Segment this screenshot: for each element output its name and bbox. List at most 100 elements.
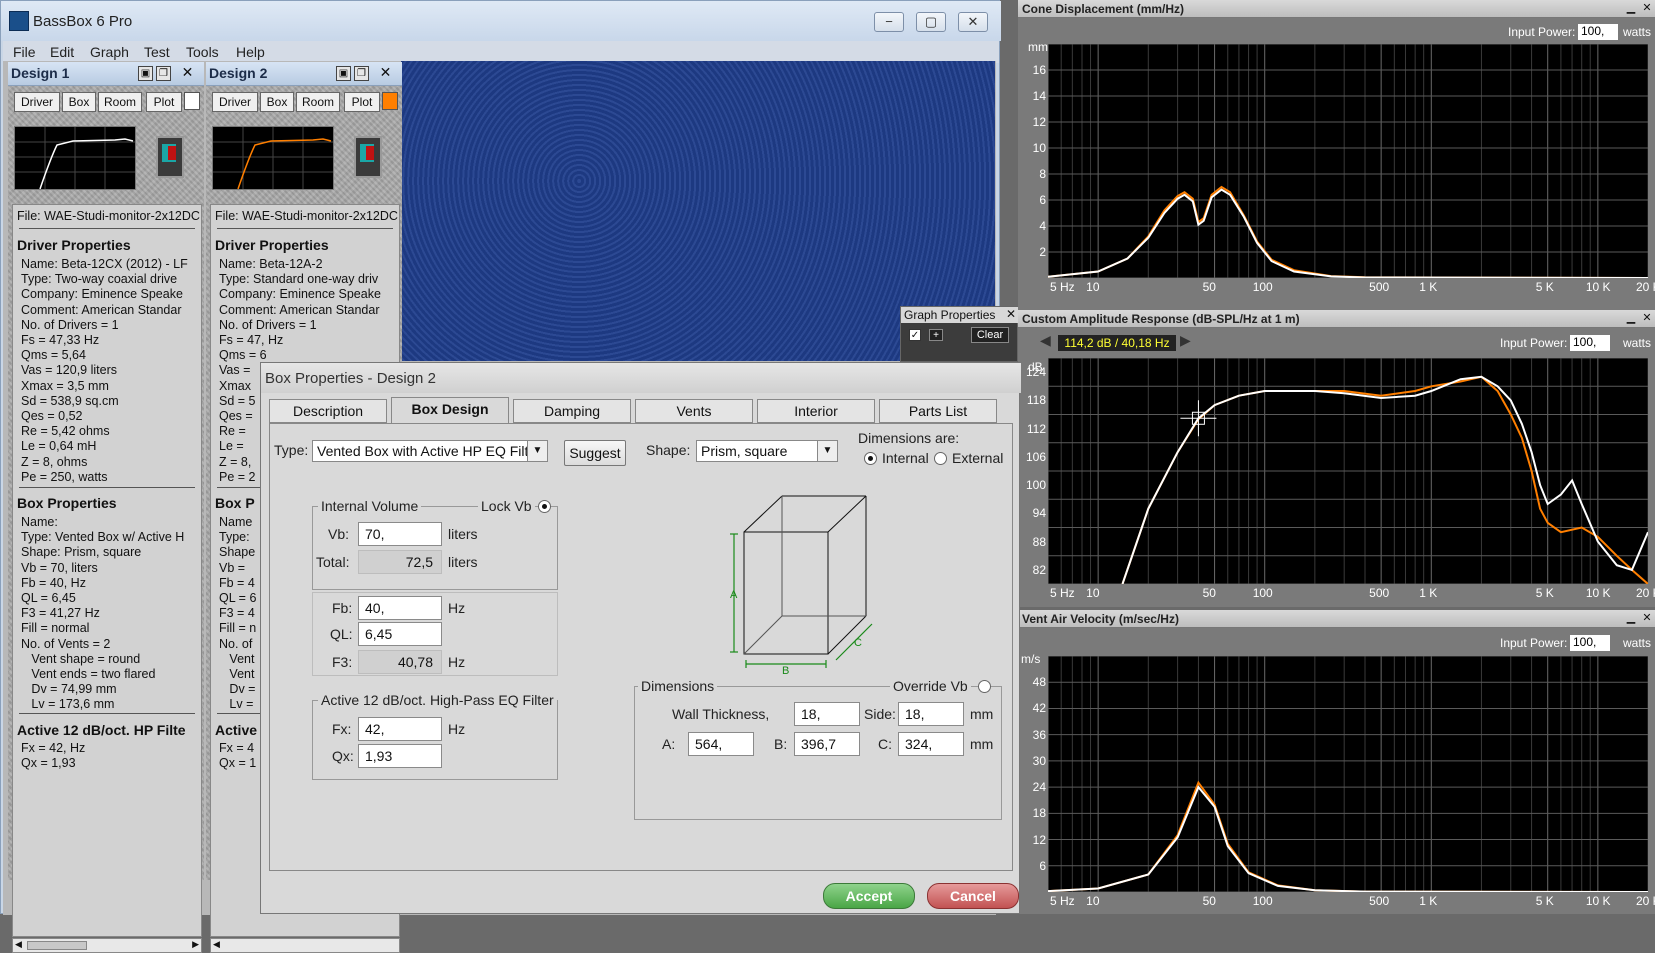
- copy-icon[interactable]: ❐: [156, 66, 171, 81]
- info-line: Vent: [219, 667, 255, 681]
- copy-icon[interactable]: ❐: [354, 66, 369, 81]
- ql-input[interactable]: 6,45: [358, 622, 442, 646]
- box-button[interactable]: Box: [62, 92, 96, 112]
- info-line: Dv =: [219, 682, 256, 697]
- info-line: Name: Beta-12CX (2012) - LF: [21, 257, 188, 271]
- app-icon: [9, 11, 29, 31]
- info-line: Vb =: [219, 560, 246, 575]
- plot-button[interactable]: Plot: [146, 92, 182, 112]
- box-design-panel: Type: Vented Box with Active HP EQ Filte…: [269, 423, 1013, 871]
- tab-vents[interactable]: Vents: [635, 399, 753, 423]
- x-tick-label: 50: [1202, 586, 1216, 600]
- y-tick-label: 10: [1032, 141, 1046, 155]
- wall-thickness-input[interactable]: 18,: [794, 702, 860, 726]
- tab-description[interactable]: Description: [269, 399, 387, 423]
- tab-interior[interactable]: Interior: [757, 399, 875, 423]
- tab-damping[interactable]: Damping: [513, 399, 631, 423]
- horizontal-scrollbar[interactable]: ◀ ▶: [12, 938, 202, 953]
- type-select[interactable]: Vented Box with Active HP EQ Filter ▼: [312, 440, 548, 462]
- info-line: F3 = 4: [219, 606, 255, 621]
- a-input[interactable]: 564,: [688, 732, 754, 756]
- minimize-icon[interactable]: ▁: [1624, 312, 1638, 326]
- close-icon[interactable]: ✕: [1006, 307, 1016, 321]
- b-input[interactable]: 396,7: [794, 732, 860, 756]
- shape-select[interactable]: Prism, square ▼: [696, 440, 838, 462]
- checkbox[interactable]: ✓: [909, 329, 921, 341]
- box-button[interactable]: Box: [260, 92, 294, 112]
- c-input[interactable]: 324,: [898, 732, 964, 756]
- fx-input[interactable]: 42,: [358, 717, 442, 741]
- info-line: Z = 8,: [219, 454, 252, 469]
- menu-file[interactable]: File: [13, 44, 36, 60]
- internal-radio[interactable]: [864, 452, 877, 465]
- response-thumbnail[interactable]: [212, 126, 334, 190]
- menu-bar: File Edit Graph Test Tools Help: [3, 41, 999, 63]
- b-label: B:: [774, 736, 788, 752]
- side-input[interactable]: 18,: [898, 702, 964, 726]
- lock-vb-radio[interactable]: [538, 500, 551, 513]
- close-icon[interactable]: ✕: [180, 65, 195, 81]
- menu-graph[interactable]: Graph: [90, 44, 129, 60]
- close-icon[interactable]: ✕: [1640, 312, 1654, 326]
- close-icon[interactable]: ✕: [1640, 612, 1654, 626]
- suggest-button[interactable]: Suggest: [564, 440, 626, 466]
- input-power-input[interactable]: 100,: [1578, 24, 1618, 40]
- info-line: Shape: Prism, square: [21, 545, 142, 560]
- cursor-right-icon[interactable]: ▶: [1180, 332, 1191, 349]
- vent-velocity-plot[interactable]: [1048, 656, 1648, 892]
- close-icon[interactable]: ✕: [378, 65, 393, 81]
- crosshair-icon[interactable]: +: [929, 329, 943, 341]
- y-tick-label: 100: [1026, 478, 1047, 493]
- cone-displacement-plot[interactable]: [1048, 44, 1648, 278]
- menu-help[interactable]: Help: [236, 44, 265, 60]
- tab-box-design[interactable]: Box Design: [391, 397, 509, 423]
- plot-color-swatch[interactable]: [184, 92, 200, 110]
- minimize-icon[interactable]: ▁: [1624, 612, 1638, 626]
- external-radio[interactable]: [934, 452, 947, 465]
- save-icon[interactable]: ▣: [138, 66, 153, 81]
- input-power-input[interactable]: 100,: [1570, 635, 1610, 651]
- ql-label: QL:: [330, 626, 353, 642]
- menu-edit[interactable]: Edit: [50, 44, 74, 60]
- f3-unit: Hz: [448, 654, 466, 670]
- info-line: Pe = 2: [219, 469, 256, 484]
- room-button[interactable]: Room: [98, 92, 142, 112]
- maximize-button[interactable]: ▢: [916, 12, 946, 32]
- design-header: Design 2 ▣ ❐ ✕: [206, 62, 402, 86]
- close-icon[interactable]: ✕: [1640, 2, 1654, 16]
- fb-input[interactable]: 40,: [358, 596, 442, 620]
- room-button[interactable]: Room: [296, 92, 340, 112]
- tab-parts-list[interactable]: Parts List: [879, 399, 997, 423]
- qx-input[interactable]: 1,93: [358, 744, 442, 768]
- info-line: Comment: American Standar: [219, 302, 380, 317]
- cancel-button[interactable]: Cancel: [927, 883, 1019, 909]
- override-vb-radio[interactable]: [978, 680, 991, 693]
- side-label: Side:: [864, 706, 896, 722]
- menu-tools[interactable]: Tools: [186, 44, 219, 60]
- driver-button[interactable]: Driver: [212, 92, 258, 112]
- vb-input[interactable]: 70,: [358, 522, 442, 546]
- plot-color-swatch[interactable]: [382, 92, 398, 110]
- shape-label: Shape:: [646, 442, 691, 458]
- x-tick-label: 10 K: [1585, 586, 1611, 600]
- info-line: Z = 8, ohms: [21, 454, 88, 469]
- minimize-icon[interactable]: ▁: [1624, 2, 1638, 16]
- clear-button[interactable]: Clear: [971, 327, 1009, 343]
- y-tick-label: 14: [1032, 89, 1046, 103]
- amplitude-response-plot[interactable]: [1048, 358, 1648, 584]
- cursor-left-icon[interactable]: ◀: [1040, 332, 1051, 349]
- plot-button[interactable]: Plot: [344, 92, 380, 112]
- driver-button[interactable]: Driver: [14, 92, 60, 112]
- minimize-button[interactable]: −: [874, 12, 904, 32]
- accept-button[interactable]: Accept: [823, 883, 915, 909]
- info-line: Shape: [219, 545, 256, 560]
- response-thumbnail[interactable]: [14, 126, 136, 190]
- side-unit: mm: [970, 706, 994, 722]
- horizontal-scrollbar[interactable]: ◀: [210, 938, 400, 953]
- close-button[interactable]: ✕: [958, 12, 988, 32]
- menu-test[interactable]: Test: [144, 44, 170, 60]
- save-icon[interactable]: ▣: [336, 66, 351, 81]
- input-power-input[interactable]: 100,: [1570, 335, 1610, 351]
- x-tick-label: 10: [1086, 586, 1100, 600]
- graph-title-bar: Cone Displacement (mm/Hz) ▁ ✕: [1018, 0, 1655, 18]
